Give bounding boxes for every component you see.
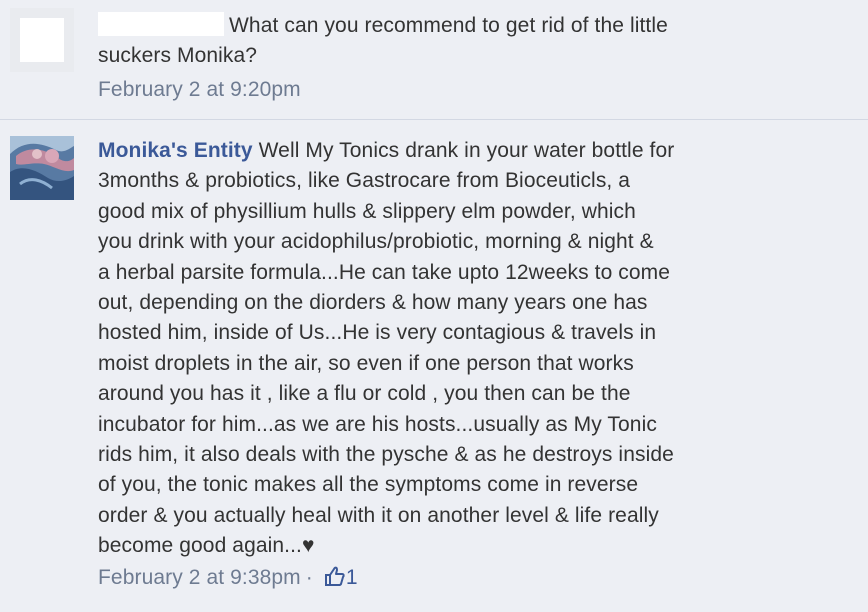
comment-meta: February 2 at 9:38pm · 1 bbox=[98, 563, 838, 593]
like-count: 1 bbox=[345, 565, 358, 589]
like-count-link[interactable]: 1 bbox=[318, 566, 358, 589]
avatar[interactable] bbox=[10, 136, 74, 200]
redacted-author-name bbox=[98, 12, 224, 36]
avatar-placeholder bbox=[20, 18, 64, 62]
comment-thread: What can you recommend to get rid of the… bbox=[0, 0, 868, 612]
comment-item: Monika's Entity Well My Tonics drank in … bbox=[0, 121, 868, 612]
thumbs-up-icon bbox=[324, 565, 346, 586]
comment-body: What can you recommend to get rid of the… bbox=[98, 11, 838, 105]
comment-author-link[interactable]: Monika's Entity bbox=[98, 139, 253, 162]
avatar-artwork bbox=[10, 136, 74, 200]
comment-body: Monika's Entity Well My Tonics drank in … bbox=[98, 136, 838, 593]
comment-item: What can you recommend to get rid of the… bbox=[0, 0, 868, 120]
comment-text: Well My Tonics drank in your water bottl… bbox=[98, 139, 675, 558]
comment-timestamp[interactable]: February 2 at 9:20pm bbox=[98, 78, 301, 101]
avatar[interactable] bbox=[10, 8, 74, 72]
meta-separator: · bbox=[305, 565, 313, 589]
comment-meta: February 2 at 9:20pm bbox=[98, 75, 838, 105]
comment-timestamp[interactable]: February 2 at 9:38pm bbox=[98, 566, 301, 589]
